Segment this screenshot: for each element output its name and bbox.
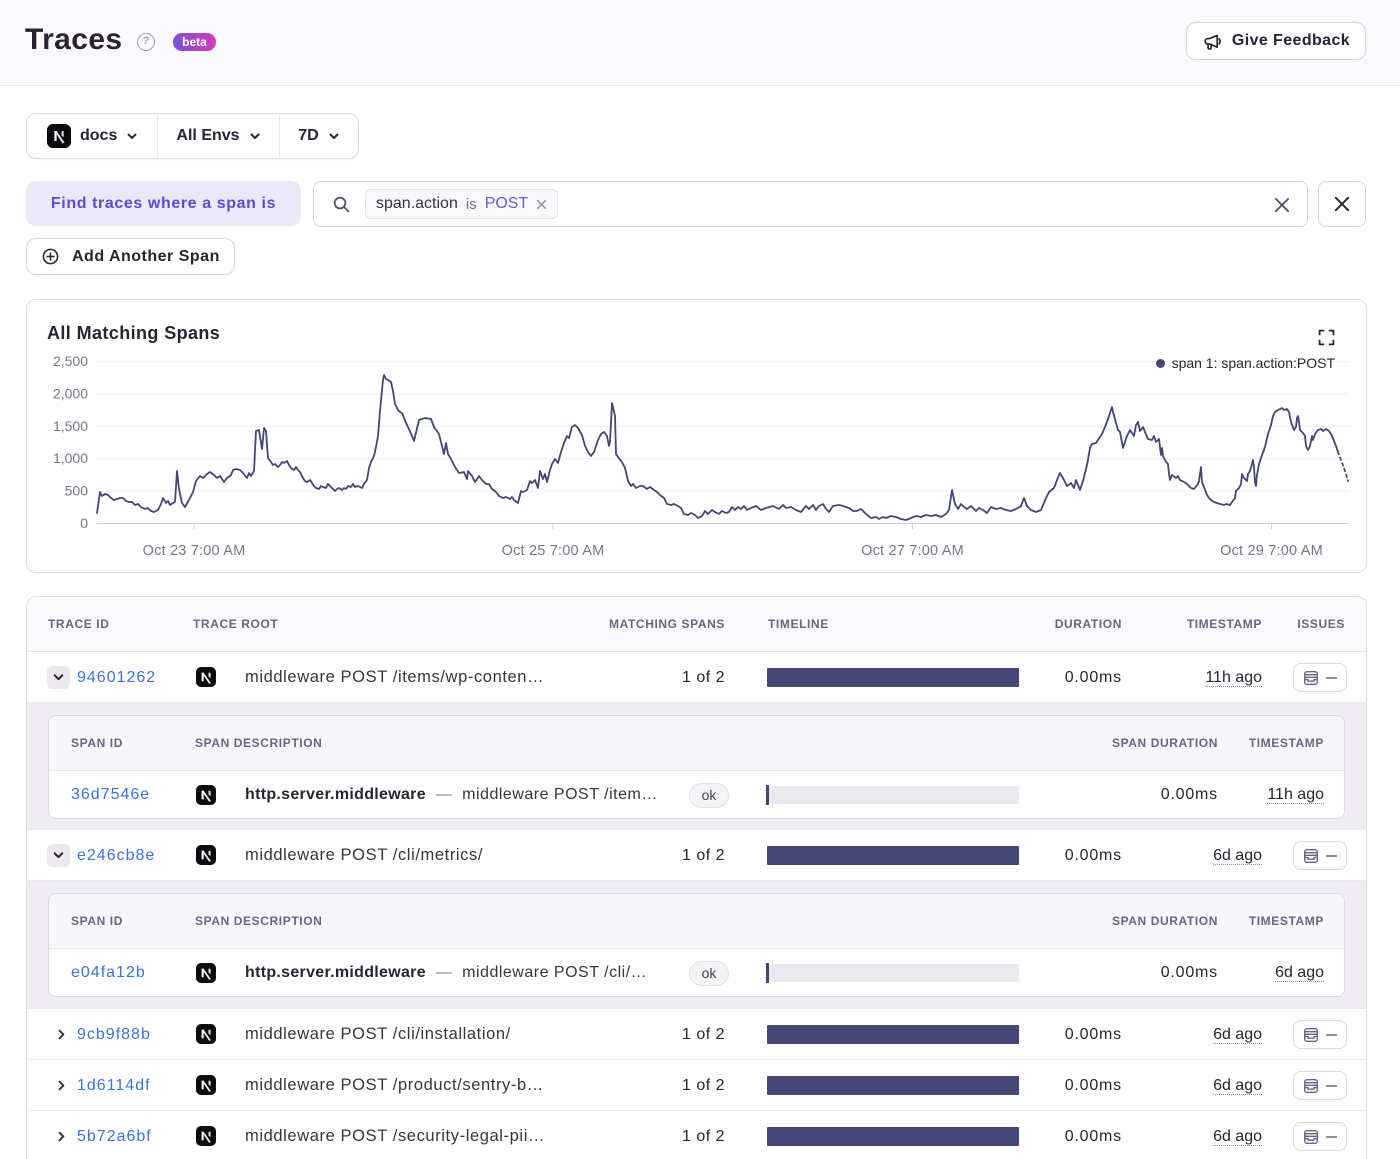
svg-text:Oct 27 7:00 AM: Oct 27 7:00 AM <box>861 543 964 559</box>
svg-text:Oct 25 7:00 AM: Oct 25 7:00 AM <box>502 543 605 559</box>
svg-text:1,500: 1,500 <box>53 418 88 434</box>
svg-text:2,500: 2,500 <box>53 353 88 369</box>
svg-text:1,000: 1,000 <box>53 450 88 466</box>
svg-text:Oct 29 7:00 AM: Oct 29 7:00 AM <box>1220 543 1323 559</box>
svg-text:0: 0 <box>80 515 88 531</box>
svg-text:500: 500 <box>65 483 89 499</box>
svg-text:2,000: 2,000 <box>53 385 88 401</box>
svg-text:Oct 23 7:00 AM: Oct 23 7:00 AM <box>143 543 246 559</box>
